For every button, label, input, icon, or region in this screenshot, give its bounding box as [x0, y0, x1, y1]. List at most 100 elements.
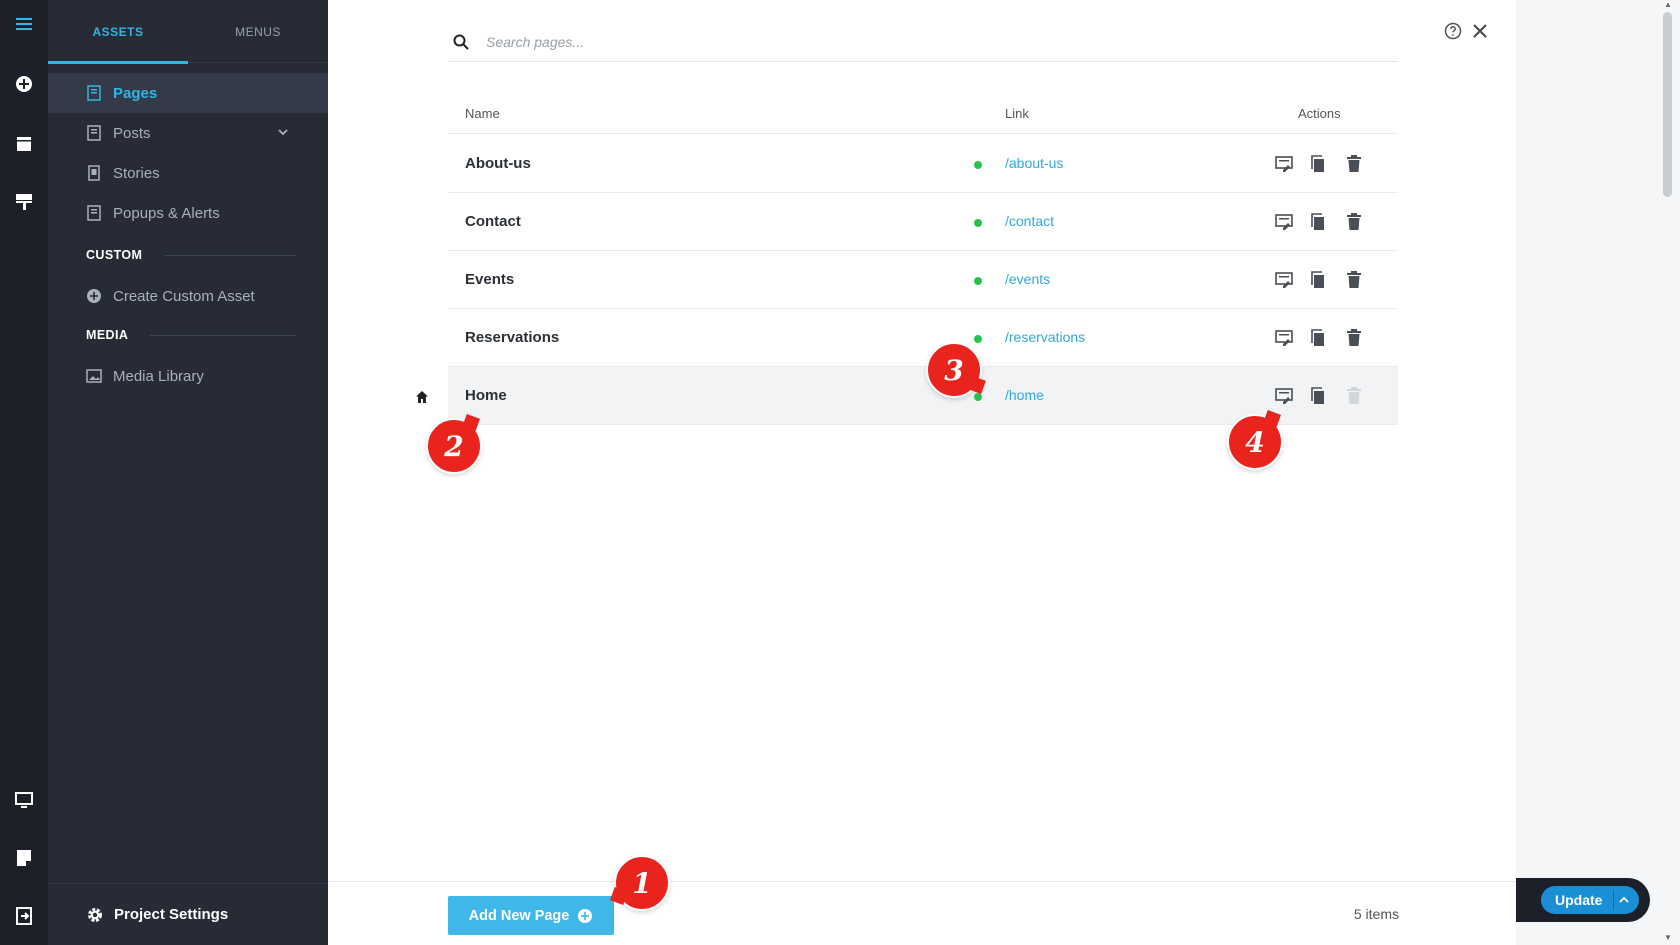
- sidebar-item-label: Pages: [113, 84, 158, 102]
- status-dot: [974, 277, 982, 285]
- callout-marker: 4: [1227, 414, 1283, 470]
- tab-menus[interactable]: MENUS: [188, 0, 328, 63]
- duplicate-icon[interactable]: [1308, 212, 1328, 232]
- icon-rail: [0, 0, 48, 945]
- page-icon: [86, 125, 102, 141]
- scroll-up-icon[interactable]: ▲: [1664, 0, 1672, 9]
- sidebar-item-posts[interactable]: Posts: [48, 113, 328, 153]
- page-link[interactable]: /events: [1005, 271, 1050, 287]
- paint-roller-icon[interactable]: [14, 192, 34, 212]
- page-icon: [86, 85, 102, 101]
- sidebar-item-stories[interactable]: Stories: [48, 153, 328, 193]
- chevron-up-icon[interactable]: [1613, 890, 1633, 910]
- page-icon: [86, 165, 102, 181]
- add-circle-icon: [86, 288, 102, 304]
- callout-marker: 1: [614, 855, 670, 911]
- scrollbar[interactable]: [1663, 12, 1672, 197]
- note-icon[interactable]: [14, 848, 34, 868]
- duplicate-icon[interactable]: [1308, 328, 1328, 348]
- project-settings-button[interactable]: Project Settings: [48, 883, 328, 945]
- trash-icon[interactable]: [1344, 328, 1364, 348]
- page-link[interactable]: /about-us: [1005, 155, 1063, 171]
- page-link[interactable]: /reservations: [1005, 329, 1085, 345]
- status-dot: [974, 161, 982, 169]
- callout-marker: 3: [926, 342, 982, 398]
- section-label: MEDIA: [86, 328, 129, 342]
- image-icon: [86, 368, 102, 384]
- home-icon: [415, 390, 429, 404]
- add-new-page-button[interactable]: Add New Page: [448, 896, 614, 935]
- page-settings-icon[interactable]: [1274, 154, 1294, 174]
- table-header: Name Link Actions: [448, 96, 1398, 134]
- update-label: Update: [1555, 892, 1603, 908]
- section-custom: CUSTOM: [86, 248, 296, 262]
- sidebar-item-label: Stories: [113, 164, 160, 182]
- table-row[interactable]: Reservations /reservations: [448, 309, 1398, 367]
- column-link: Link: [1005, 106, 1029, 121]
- divider: [328, 881, 1516, 882]
- table-row[interactable]: Contact /contact: [448, 193, 1398, 251]
- page-name: About-us: [465, 155, 531, 172]
- desktop-icon[interactable]: [14, 790, 34, 810]
- page-name: Home: [465, 387, 507, 404]
- sidebar-item-media-library[interactable]: Media Library: [48, 356, 328, 396]
- page-name: Contact: [465, 213, 521, 230]
- project-settings-label: Project Settings: [114, 906, 229, 923]
- page-name: Reservations: [465, 329, 560, 346]
- tab-assets[interactable]: ASSETS: [48, 0, 188, 64]
- table-row[interactable]: About-us /about-us: [448, 135, 1398, 193]
- gear-icon: [86, 906, 104, 924]
- menu-icon[interactable]: [14, 14, 34, 34]
- scroll-down-icon[interactable]: ▼: [1664, 933, 1672, 942]
- sidebar-item-label: Popups & Alerts: [113, 204, 220, 222]
- callout-number: 3: [944, 353, 964, 387]
- callout-number: 4: [1245, 425, 1265, 459]
- status-dot: [974, 335, 982, 343]
- exit-icon[interactable]: [14, 906, 34, 926]
- duplicate-icon[interactable]: [1308, 154, 1328, 174]
- page-icon[interactable]: [14, 134, 34, 154]
- trash-icon: [1344, 386, 1364, 406]
- page-settings-icon[interactable]: [1274, 270, 1294, 290]
- page-link[interactable]: /home: [1005, 387, 1044, 403]
- page-name: Events: [465, 271, 515, 288]
- sidebar-item-pages[interactable]: Pages: [48, 73, 328, 113]
- close-icon[interactable]: [1470, 21, 1490, 41]
- chevron-down-icon[interactable]: [276, 125, 290, 139]
- update-button[interactable]: Update: [1541, 886, 1639, 914]
- sidebar-item-label: Posts: [113, 124, 151, 142]
- section-label: CUSTOM: [86, 248, 143, 262]
- page-settings-icon[interactable]: [1274, 386, 1294, 406]
- duplicate-icon[interactable]: [1308, 386, 1328, 406]
- table-row[interactable]: Events /events: [448, 251, 1398, 309]
- search-icon: [452, 33, 470, 51]
- help-icon[interactable]: [1444, 22, 1462, 40]
- panel-tabs: ASSETS MENUS: [48, 0, 328, 64]
- trash-icon[interactable]: [1344, 154, 1364, 174]
- search-bar: [448, 22, 1398, 62]
- callout-number: 1: [632, 866, 652, 900]
- callout-marker: 2: [426, 418, 482, 474]
- page-settings-icon[interactable]: [1274, 328, 1294, 348]
- search-input[interactable]: [486, 33, 1186, 50]
- add-new-page-label: Add New Page: [468, 907, 570, 924]
- trash-icon[interactable]: [1344, 270, 1364, 290]
- sidebar-item-label: Media Library: [113, 367, 204, 385]
- callout-number: 2: [444, 429, 464, 463]
- item-count: 5 items: [1353, 906, 1399, 922]
- duplicate-icon[interactable]: [1308, 270, 1328, 290]
- page-settings-icon[interactable]: [1274, 212, 1294, 232]
- status-dot: [974, 219, 982, 227]
- sidebar-item-create-custom-asset[interactable]: Create Custom Asset: [48, 276, 328, 316]
- page-link[interactable]: /contact: [1005, 213, 1054, 229]
- assets-panel: ASSETS MENUS Pages Posts Stories Popups …: [48, 0, 328, 945]
- divider: [150, 334, 296, 336]
- column-name: Name: [465, 106, 500, 121]
- divider: [164, 254, 296, 256]
- trash-icon[interactable]: [1344, 212, 1364, 232]
- pages-manager: Name Link Actions About-us /about-us Con…: [328, 0, 1516, 945]
- sidebar-item-popups[interactable]: Popups & Alerts: [48, 193, 328, 233]
- page-icon: [86, 205, 102, 221]
- add-circle-icon[interactable]: [14, 74, 34, 94]
- section-media: MEDIA: [86, 328, 296, 342]
